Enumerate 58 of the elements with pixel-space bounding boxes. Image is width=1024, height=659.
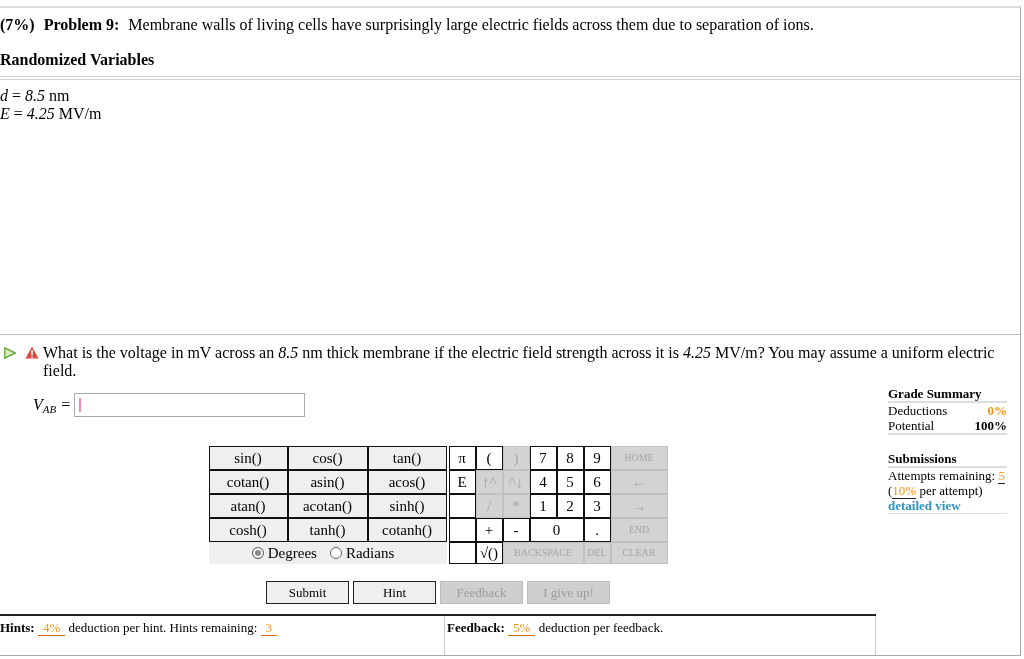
grade-label: Deductions xyxy=(888,403,948,418)
keypad-key[interactable]: π xyxy=(448,446,476,470)
keypad-key[interactable]: 9 xyxy=(583,446,611,470)
function-key[interactable]: atan() xyxy=(208,494,288,518)
radio-icon[interactable] xyxy=(251,547,264,559)
keypad-key[interactable]: 1 xyxy=(529,494,557,518)
grade-value: 0% xyxy=(987,403,1007,418)
keypad-key[interactable]: 8 xyxy=(556,446,584,470)
keypad-key[interactable]: √() xyxy=(475,542,503,564)
blank-key xyxy=(448,518,476,542)
keypad-key[interactable]: 7 xyxy=(529,446,557,470)
hints-text: Hints: 4% deduction per hint. Hints remaining: 3 xyxy=(0,620,278,636)
feedback-text: Feedback: 5% deduction per feedback. xyxy=(447,620,664,636)
function-key[interactable]: cotan() xyxy=(208,470,288,494)
radio-label[interactable]: Degrees xyxy=(267,544,317,562)
function-key[interactable]: asin() xyxy=(287,470,368,494)
function-key[interactable]: cosh() xyxy=(208,518,288,542)
problem-weight: (7%) xyxy=(0,16,35,34)
problem-statement: Membrane walls of living cells have surprisingly large electric fields across them due to separation of ions. xyxy=(128,16,814,34)
keypad-key[interactable]: . xyxy=(583,518,611,542)
keypad-key[interactable]: 6 xyxy=(583,470,611,494)
function-key[interactable]: acos() xyxy=(367,470,447,494)
panel-heading: Submissions xyxy=(888,451,957,466)
grade-value: 100% xyxy=(974,418,1007,433)
question-text: What is the voltage in mV across an 8.5 nm thick membrane if the electric field strength across it is 4.25 MV/m? You may assume a uniform electric field. xyxy=(43,344,996,380)
function-key[interactable]: cotanh() xyxy=(367,518,447,542)
keypad-key[interactable]: + xyxy=(475,518,503,542)
warning-icon xyxy=(25,346,39,359)
function-key[interactable]: sin() xyxy=(208,446,288,470)
keypad-key[interactable]: E xyxy=(448,470,476,494)
function-key[interactable]: cos() xyxy=(287,446,368,470)
blank-key xyxy=(448,542,476,564)
keypad-key[interactable]: ( xyxy=(475,446,503,470)
radio-icon[interactable] xyxy=(329,547,342,559)
blank-key xyxy=(448,494,476,518)
radio-label[interactable]: Radians xyxy=(345,544,395,562)
keypad-key[interactable]: 4 xyxy=(529,470,557,494)
panel-heading: Grade Summary xyxy=(888,386,982,401)
function-key[interactable]: acotan() xyxy=(287,494,368,518)
grade-label: Potential xyxy=(888,418,935,433)
section-heading: Randomized Variables xyxy=(0,51,156,69)
variable-line: E = 4.25 MV/m xyxy=(0,105,102,123)
keypad-key[interactable]: 3 xyxy=(583,494,611,518)
action-button[interactable]: Submit xyxy=(266,581,349,604)
keypad-key[interactable]: - xyxy=(502,518,530,542)
keypad-key[interactable]: 0 xyxy=(529,518,584,542)
function-key[interactable]: tanh() xyxy=(287,518,368,542)
function-key[interactable]: sinh() xyxy=(367,494,447,518)
variable-line: d = 8.5 nm xyxy=(0,87,70,105)
keypad-key[interactable]: 5 xyxy=(556,470,584,494)
answer-field[interactable] xyxy=(74,393,306,417)
function-key[interactable]: tan() xyxy=(367,446,447,470)
action-button[interactable]: Hint xyxy=(353,581,436,604)
attempts-text: Attempts remaining: 5 (10% per attempt) xyxy=(888,468,1006,498)
problem-label: Problem 9: xyxy=(43,16,120,34)
keypad-key[interactable]: 2 xyxy=(556,494,584,518)
answer-label: V$_{AB}$ = xyxy=(33,395,72,415)
play-icon[interactable] xyxy=(4,347,16,359)
